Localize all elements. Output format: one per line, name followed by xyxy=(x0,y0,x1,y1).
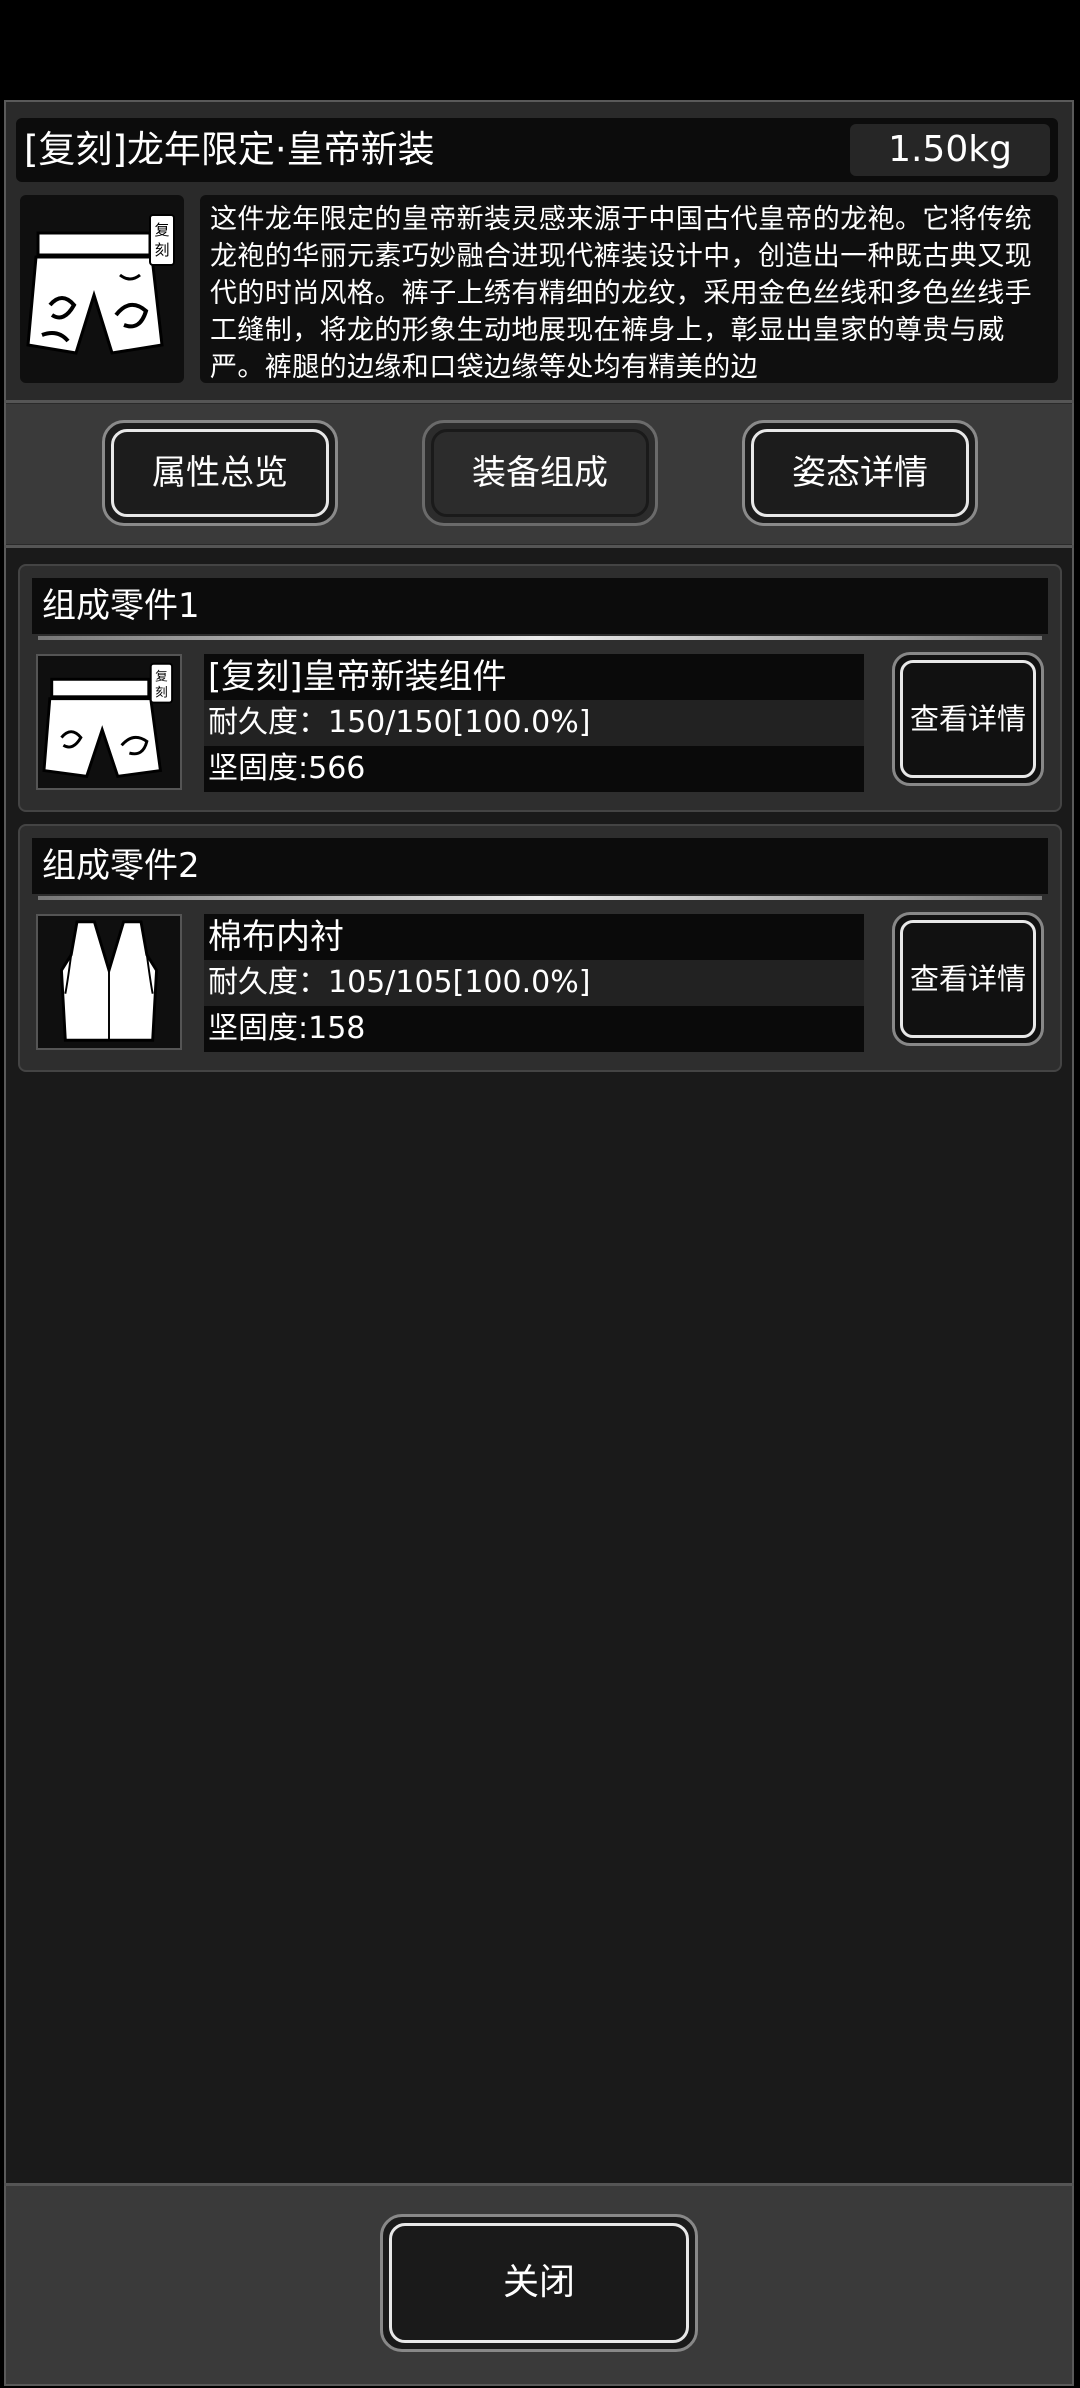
item-header: [复刻]龙年限定·皇帝新装 1.50kg xyxy=(16,118,1058,182)
part-header: 组成零件1 xyxy=(32,578,1048,634)
item-icon: 复 刻 xyxy=(20,195,184,383)
item-weight: 1.50kg xyxy=(850,124,1050,176)
part-durability: 耐久度：150/150[100.0%] xyxy=(204,700,864,746)
description-text: 这件龙年限定的皇帝新装灵感来源于中国古代皇帝的龙袍。它将传统龙袍的华丽元素巧妙融… xyxy=(210,204,1032,383)
svg-text:复: 复 xyxy=(155,668,168,683)
part-name: 棉布内衬 xyxy=(204,914,864,960)
shorts-icon: 复 刻 xyxy=(42,662,174,778)
shorts-icon: 复 刻 xyxy=(26,214,175,355)
badge-char-2: 刻 xyxy=(154,241,169,259)
part-info: [复刻]皇帝新装组件 耐久度：150/150[100.0%] 坚固度:566 xyxy=(204,654,864,792)
item-description: 这件龙年限定的皇帝新装灵感来源于中国古代皇帝的龙袍。它将传统龙袍的华丽元素巧妙融… xyxy=(200,195,1058,383)
part-icon xyxy=(36,914,182,1050)
tab-equipment-composition[interactable]: 装备组成 xyxy=(422,420,658,526)
view-details-button[interactable]: 查看详情 xyxy=(892,652,1044,786)
part-hardness: 坚固度:158 xyxy=(204,1006,864,1052)
part-name: [复刻]皇帝新装组件 xyxy=(204,654,864,700)
part-header: 组成零件2 xyxy=(32,838,1048,894)
view-details-button[interactable]: 查看详情 xyxy=(892,912,1044,1046)
part-icon: 复 刻 xyxy=(36,654,182,790)
divider xyxy=(4,400,1074,403)
part-divider xyxy=(38,896,1042,900)
badge-char-1: 复 xyxy=(154,221,169,239)
vest-icon xyxy=(59,920,159,1042)
part-card-2: 组成零件2 棉布内衬 耐久度：105/105[100.0%] 坚固度:158 查… xyxy=(18,824,1062,1072)
status-bar xyxy=(0,0,1080,98)
svg-text:刻: 刻 xyxy=(155,685,168,700)
item-title: [复刻]龙年限定·皇帝新装 xyxy=(24,128,435,171)
part-card-1: 组成零件1 复 刻 [复刻]皇帝新装组件 耐久度：150/150[100.0%]… xyxy=(18,564,1062,812)
close-button[interactable]: 关闭 xyxy=(380,2214,698,2352)
part-info: 棉布内衬 耐久度：105/105[100.0%] 坚固度:158 xyxy=(204,914,864,1052)
part-hardness: 坚固度:566 xyxy=(204,746,864,792)
tab-attributes-overview[interactable]: 属性总览 xyxy=(102,420,338,526)
part-durability: 耐久度：105/105[100.0%] xyxy=(204,960,864,1006)
tab-posture-details[interactable]: 姿态详情 xyxy=(742,420,978,526)
part-divider xyxy=(38,636,1042,640)
